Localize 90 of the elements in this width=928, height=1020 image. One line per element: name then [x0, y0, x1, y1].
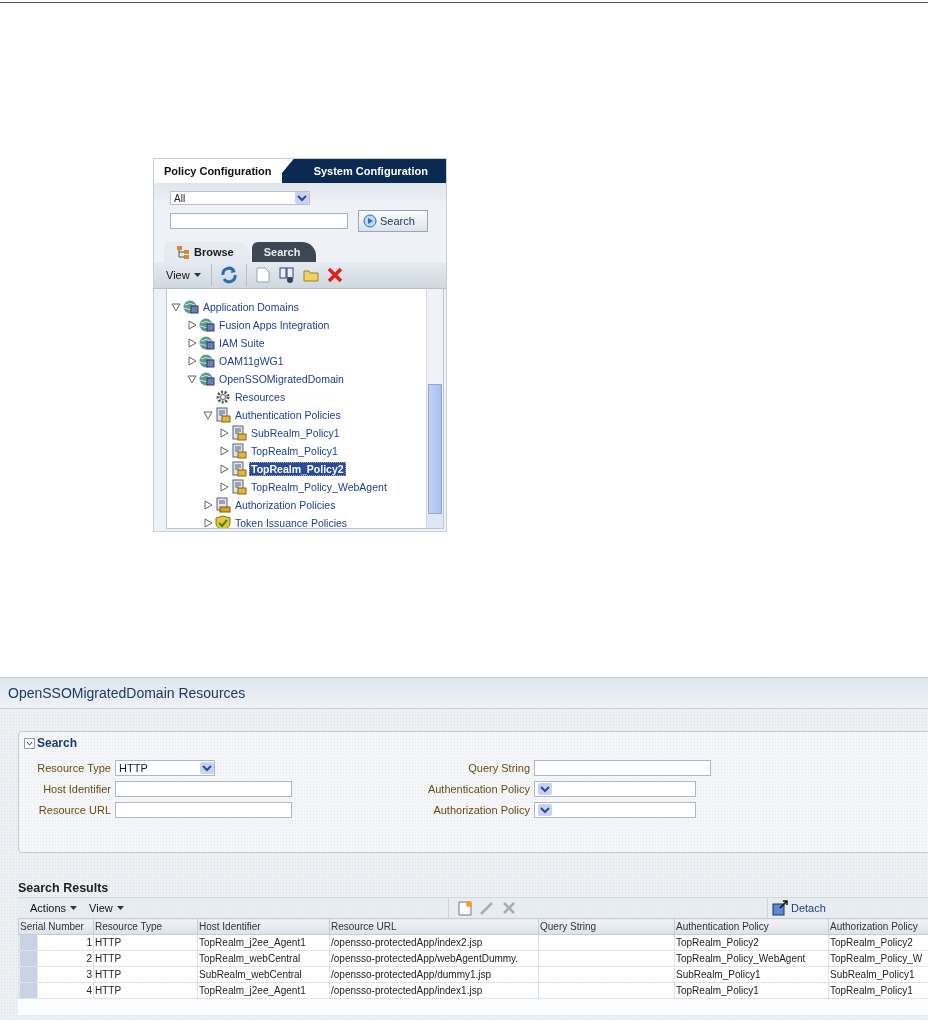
tree-item[interactable]: OpenSSOMigratedDomain: [217, 372, 346, 386]
caret-icon: [193, 273, 201, 277]
tree-item[interactable]: Application Domains: [201, 300, 301, 314]
globe-icon: [199, 353, 215, 369]
globe-icon: [199, 317, 215, 333]
expand-triangle-icon[interactable]: [219, 482, 229, 492]
tree-item[interactable]: TopRealm_Policy1: [249, 444, 340, 458]
tab[interactable]: System Configuration: [281, 159, 446, 183]
table-cell: 4: [18, 982, 94, 999]
gear-icon: [215, 389, 231, 405]
tree-item[interactable]: SubRealm_Policy1: [249, 426, 342, 440]
tree-item[interactable]: Fusion Apps Integration: [217, 318, 332, 332]
column-header[interactable]: Query String: [538, 918, 675, 935]
dropdown-chevron-icon: [538, 782, 552, 795]
tab[interactable]: Browse: [164, 242, 250, 262]
expand-triangle-icon[interactable]: [219, 446, 229, 456]
document-key-icon: [231, 425, 247, 441]
collapse-triangle-icon[interactable]: [187, 374, 197, 384]
refresh-icon[interactable]: [219, 266, 238, 284]
tree-item[interactable]: TopRealm_Policy2: [249, 462, 346, 476]
hierarchy-icon: [176, 245, 190, 259]
tree-item[interactable]: TopRealm_Policy_WebAgent: [249, 480, 389, 494]
duplicate-icon[interactable]: [278, 267, 295, 283]
collapse-triangle-icon[interactable]: [171, 302, 181, 312]
table-cell: /opensso-protectedApp/index1.jsp: [329, 982, 539, 999]
table-cell: 3: [18, 966, 94, 983]
expand-triangle-icon[interactable]: [187, 338, 197, 348]
column-header[interactable]: Authorization Policy: [828, 918, 928, 935]
table-cell: 2: [18, 950, 94, 967]
expand-triangle-icon[interactable]: [203, 500, 213, 510]
column-header[interactable]: Resource URL: [329, 918, 539, 935]
field-label: Authentication Policy: [426, 782, 530, 795]
section-title: Search Results: [18, 881, 110, 897]
dropdown-field[interactable]: [534, 780, 696, 797]
document-key-icon: [231, 443, 247, 459]
expand-triangle-icon[interactable]: [187, 320, 197, 330]
search-button[interactable]: Search: [358, 210, 428, 232]
tree-item[interactable]: Authorization Policies: [233, 498, 338, 512]
section-title: Search: [37, 736, 78, 750]
expand-triangle-icon[interactable]: [219, 428, 229, 438]
document-stamp-icon: [215, 497, 231, 513]
column-header[interactable]: Authentication Policy: [674, 918, 829, 935]
text-field[interactable]: [534, 759, 711, 776]
column-header[interactable]: Host Identifier: [197, 918, 330, 935]
text-field[interactable]: [115, 801, 292, 818]
tree-item[interactable]: Resources: [233, 390, 288, 404]
tree-item[interactable]: OAM11gWG1: [217, 354, 286, 368]
text-field[interactable]: [115, 780, 292, 797]
scope-dropdown[interactable]: All: [170, 191, 310, 205]
shield-check-icon: [215, 515, 231, 528]
caret-icon: [70, 906, 78, 910]
document-key-icon: [231, 479, 247, 495]
document-key-icon: [215, 407, 231, 423]
column-header[interactable]: Serial Number: [18, 918, 94, 935]
globe-icon: [199, 335, 215, 351]
tree-item[interactable]: Authentication Policies: [233, 408, 343, 422]
table-cell: /opensso-protectedApp/webAgentDummy.: [329, 950, 539, 967]
scrollbar[interactable]: [426, 289, 443, 528]
field-label: Authorization Policy: [432, 803, 530, 816]
globe-icon: [183, 299, 199, 315]
field-label: Resource Type: [36, 761, 111, 774]
dropdown-field[interactable]: HTTP: [115, 759, 215, 776]
menu-button[interactable]: Actions: [28, 902, 80, 914]
expand-triangle-icon[interactable]: [187, 356, 197, 366]
view-menu[interactable]: View: [164, 269, 203, 281]
tree-item[interactable]: IAM Suite: [217, 336, 267, 350]
tree-item[interactable]: Token Issuance Policies: [233, 516, 350, 528]
caret-icon: [116, 906, 124, 910]
collapse-toggle-icon[interactable]: [24, 737, 35, 749]
detach-window-icon: [772, 900, 788, 916]
field-label: Resource URL: [37, 803, 111, 816]
delete-icon[interactable]: [326, 267, 343, 283]
expand-triangle-icon[interactable]: [219, 464, 229, 474]
search-field[interactable]: [170, 213, 348, 229]
globe-icon: [199, 371, 215, 387]
menu-button[interactable]: View: [87, 902, 126, 914]
dropdown-chevron-icon: [538, 803, 552, 816]
collapse-triangle-icon[interactable]: [203, 410, 213, 420]
panel-title: OpenSSOMigratedDomain Resources: [8, 685, 246, 701]
play-circle-icon: [363, 214, 377, 228]
field-label: Query String: [467, 761, 530, 774]
field-label: Host Identifier: [42, 782, 111, 795]
column-header[interactable]: Resource Type: [93, 918, 198, 935]
expand-triangle-icon[interactable]: [203, 518, 213, 528]
table-cell: /opensso-protectedApp/dummy1.jsp: [329, 966, 539, 983]
dropdown-field[interactable]: [534, 801, 696, 818]
dropdown-chevron-icon: [200, 761, 214, 774]
tab[interactable]: Search: [251, 242, 317, 262]
dropdown-chevron-icon: [295, 192, 309, 204]
document-key-icon: [231, 461, 247, 477]
